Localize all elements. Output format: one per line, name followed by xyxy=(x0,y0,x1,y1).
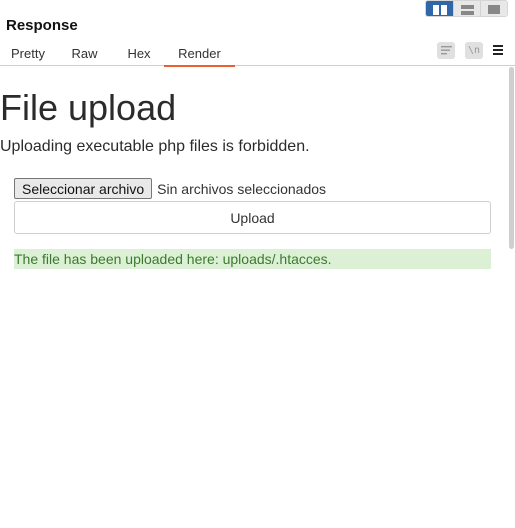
layout-side-by-side-button[interactable] xyxy=(426,1,453,16)
layout-stacked-button[interactable] xyxy=(453,1,480,16)
columns-icon xyxy=(432,4,447,15)
vertical-scrollbar[interactable] xyxy=(508,67,515,528)
layout-toggle xyxy=(425,0,508,17)
upload-button[interactable]: Upload xyxy=(14,201,491,234)
page-title: File upload xyxy=(0,87,177,128)
tab-render[interactable]: Render xyxy=(164,41,235,67)
newline-icon: \n xyxy=(467,44,481,56)
file-status-text: Sin archivos seleccionados xyxy=(157,180,327,197)
file-input-row: Seleccionar archivo Sin archivos selecci… xyxy=(14,178,326,199)
rendered-page: File upload Uploading executable php fil… xyxy=(0,67,508,528)
rows-icon xyxy=(460,4,474,15)
wrap-lines-button[interactable] xyxy=(437,41,455,59)
response-header: Response Pretty Raw Hex Render \n xyxy=(0,0,515,67)
tab-hex-label: Hex xyxy=(127,46,151,61)
layout-single-button[interactable] xyxy=(480,1,507,16)
single-pane-icon xyxy=(488,5,500,14)
success-message: The file has been uploaded here: uploads… xyxy=(14,249,491,269)
choose-file-button[interactable]: Seleccionar archivo xyxy=(14,178,153,199)
tab-hex[interactable]: Hex xyxy=(114,41,164,66)
tab-raw[interactable]: Raw xyxy=(55,41,114,66)
show-newlines-button[interactable]: \n xyxy=(465,41,483,59)
hamburger-menu-icon[interactable] xyxy=(493,42,507,59)
response-tools: \n xyxy=(437,41,507,59)
page-subtitle: Uploading executable php files is forbid… xyxy=(0,138,310,155)
panel-title: Response xyxy=(6,17,78,34)
tab-pretty[interactable]: Pretty xyxy=(0,41,55,66)
view-tabs: Pretty Raw Hex Render xyxy=(0,41,235,67)
scrollbar-thumb[interactable] xyxy=(509,67,514,249)
tab-render-label: Render xyxy=(178,46,221,61)
tab-pretty-label: Pretty xyxy=(11,46,45,61)
tab-raw-label: Raw xyxy=(71,46,98,61)
response-panel: Response Pretty Raw Hex Render \n File u… xyxy=(0,0,515,528)
wrap-lines-icon xyxy=(440,45,452,54)
